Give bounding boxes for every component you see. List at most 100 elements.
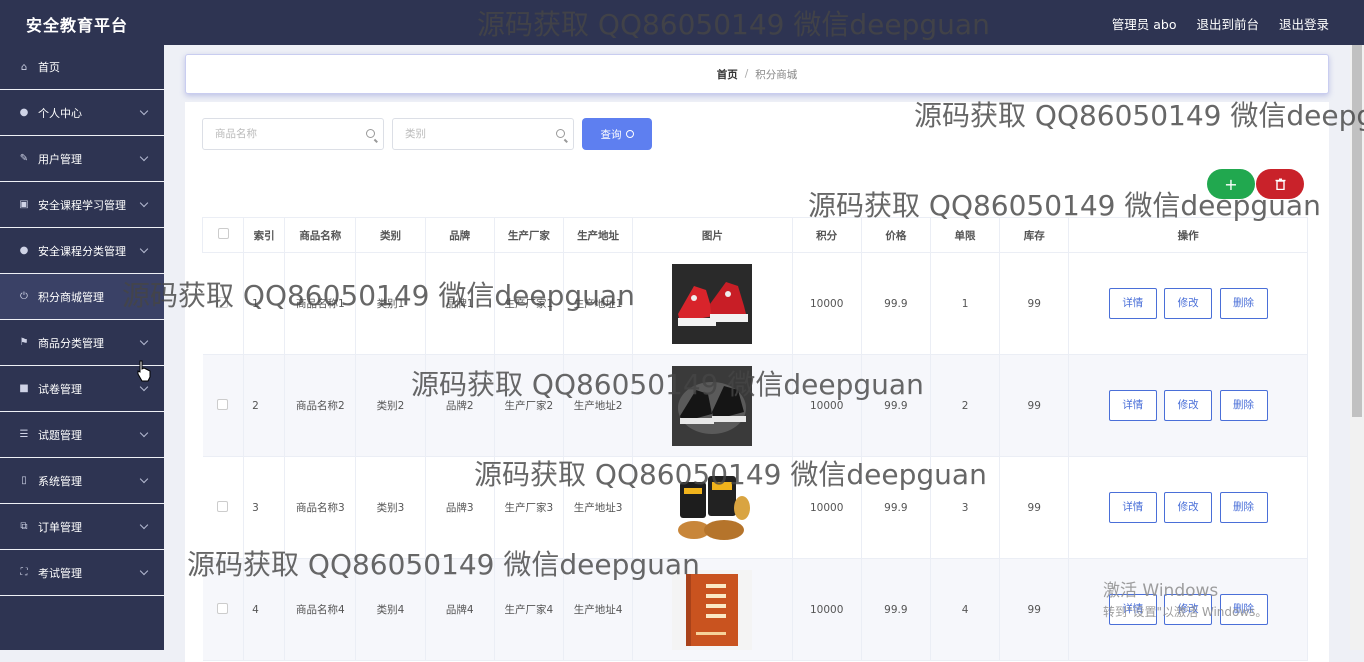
- limit-cell: 3: [930, 456, 1001, 559]
- product-name-search-input[interactable]: 商品名称: [202, 118, 384, 150]
- row-select-cell: [202, 558, 245, 661]
- detail-button[interactable]: 详情: [1108, 594, 1157, 625]
- sidebar-item-label: 试卷管理: [38, 382, 82, 396]
- edit-button[interactable]: 修改: [1164, 594, 1213, 625]
- batch-delete-button[interactable]: [1256, 169, 1304, 199]
- manufacturer-cell: 生产厂家3: [494, 456, 564, 559]
- image-cell: [632, 354, 793, 457]
- search-icon: [556, 129, 565, 138]
- product-name-cell: 商品名称1: [284, 252, 357, 355]
- sidebar-item-orders[interactable]: ⧉ 订单管理: [0, 504, 164, 550]
- delete-button[interactable]: 删除: [1219, 594, 1268, 625]
- sidebar-item-course-category[interactable]: ● 安全课程分类管理: [0, 228, 164, 274]
- edit-button[interactable]: 修改: [1164, 390, 1213, 421]
- pen-icon: ✎: [19, 153, 29, 164]
- column-header: 索引: [243, 217, 286, 253]
- index-cell: 3: [243, 456, 286, 559]
- sidebar-item-system[interactable]: ▯ 系统管理: [0, 458, 164, 504]
- app-title: 安全教育平台: [26, 16, 129, 35]
- manufacturer-cell: 生产厂家1: [494, 252, 564, 355]
- detail-button[interactable]: 详情: [1108, 390, 1157, 421]
- page-scrollbar[interactable]: [1350, 45, 1364, 650]
- product-table: 索引 商品名称 类别 品牌 生产厂家 生产地址 图片 积分 价格 单限 库存 操…: [201, 217, 1308, 661]
- exit-to-front-link[interactable]: 退出到前台: [1196, 14, 1259, 33]
- clipboard-icon: ▣: [19, 199, 29, 210]
- detail-button[interactable]: 详情: [1108, 492, 1157, 523]
- column-header: 价格: [860, 217, 931, 253]
- book-cover-image[interactable]: [672, 569, 753, 650]
- logout-link[interactable]: 退出登录: [1279, 14, 1329, 33]
- manufacturer-cell: 生产厂家2: [494, 354, 564, 457]
- image-cell: [632, 456, 793, 559]
- product-name-cell: 商品名称2: [284, 354, 357, 457]
- actions-cell: 详情 修改 删除: [1068, 456, 1308, 559]
- row-checkbox[interactable]: [217, 602, 229, 614]
- power-icon: ⏻: [20, 291, 28, 302]
- scrollbar-thumb[interactable]: [1352, 45, 1362, 417]
- column-header: 单限: [929, 217, 1001, 253]
- stock-cell: 99: [999, 252, 1070, 355]
- row-select-cell: [202, 252, 245, 355]
- chevron-down-icon: [139, 106, 149, 115]
- sidebar-item-questions[interactable]: ☰ 试题管理: [0, 412, 164, 458]
- brand-cell: 品牌4: [425, 558, 495, 661]
- detail-button[interactable]: 详情: [1108, 288, 1157, 319]
- main-content: 首页 / 积分商城 商品名称 类别 查询 + 索引 商品名称 类别 品牌 生产厂…: [164, 45, 1350, 662]
- select-all-checkbox[interactable]: [217, 228, 229, 239]
- row-checkbox[interactable]: [217, 296, 229, 308]
- chevron-down-icon: [139, 244, 149, 253]
- row-checkbox[interactable]: [217, 398, 229, 410]
- add-button[interactable]: +: [1207, 169, 1255, 199]
- sidebar-item-home[interactable]: ⌂ 首页: [0, 45, 164, 90]
- sidebar-item-course-study[interactable]: ▣ 安全课程学习管理: [0, 182, 164, 228]
- row-select-cell: [202, 354, 245, 457]
- table-header-row: 索引 商品名称 类别 品牌 生产厂家 生产地址 图片 积分 价格 单限 库存 操…: [201, 217, 1308, 253]
- query-button[interactable]: 查询: [582, 118, 652, 150]
- chevron-down-icon: [139, 198, 149, 207]
- product-name-cell: 商品名称3: [284, 456, 357, 559]
- column-header: 品牌: [424, 217, 495, 253]
- sidebar-item-personal-center[interactable]: ● 个人中心: [0, 90, 164, 136]
- sidebar-item-label: 订单管理: [38, 520, 82, 534]
- category-cell: 类别2: [355, 354, 426, 457]
- edit-button[interactable]: 修改: [1164, 492, 1213, 523]
- points-cell: 10000: [792, 558, 862, 661]
- price-cell: 99.9: [861, 456, 931, 559]
- red-sneaker-image[interactable]: [672, 263, 753, 344]
- select-all-header: [201, 217, 245, 253]
- delete-button[interactable]: 删除: [1219, 492, 1268, 523]
- sidebar-item-user-management[interactable]: ✎ 用户管理: [0, 136, 164, 182]
- column-header: 类别: [355, 217, 426, 253]
- snack-food-image[interactable]: [672, 467, 753, 548]
- delete-button[interactable]: 删除: [1219, 390, 1268, 421]
- price-cell: 99.9: [861, 354, 931, 457]
- limit-cell: 2: [930, 354, 1001, 457]
- chevron-down-icon: [139, 382, 149, 391]
- limit-cell: 4: [930, 558, 1001, 661]
- breadcrumb-home[interactable]: 首页: [717, 67, 738, 82]
- actions-cell: 详情 修改 删除: [1068, 354, 1308, 457]
- sidebar-item-label: 积分商城管理: [38, 290, 104, 304]
- brand-cell: 品牌3: [425, 456, 495, 559]
- column-header: 生产厂家: [493, 217, 564, 253]
- user-icon: ●: [19, 245, 29, 256]
- chevron-down-icon: [139, 474, 149, 483]
- column-header: 图片: [632, 217, 793, 253]
- category-search-input[interactable]: 类别: [392, 118, 574, 150]
- delete-button[interactable]: 删除: [1219, 288, 1268, 319]
- edit-button[interactable]: 修改: [1164, 288, 1213, 319]
- sidebar-item-label: 用户管理: [38, 152, 82, 166]
- search-icon: [625, 130, 634, 138]
- placeholder: 商品名称: [215, 128, 257, 140]
- image-cell: [632, 558, 793, 661]
- sidebar-item-exams[interactable]: ⛶ 考试管理: [0, 550, 164, 596]
- chevron-down-icon: [139, 428, 149, 437]
- mouse-cursor-icon: [137, 360, 151, 382]
- sidebar-item-label: 安全课程分类管理: [38, 244, 126, 258]
- row-checkbox[interactable]: [217, 500, 229, 512]
- sidebar-item-points-mall[interactable]: ⏻ 积分商城管理: [0, 274, 164, 320]
- sidebar-item-label: 商品分类管理: [38, 336, 104, 350]
- black-sneaker-image[interactable]: [672, 365, 753, 446]
- chevron-down-icon: [139, 566, 149, 575]
- chevron-down-icon: [139, 520, 149, 529]
